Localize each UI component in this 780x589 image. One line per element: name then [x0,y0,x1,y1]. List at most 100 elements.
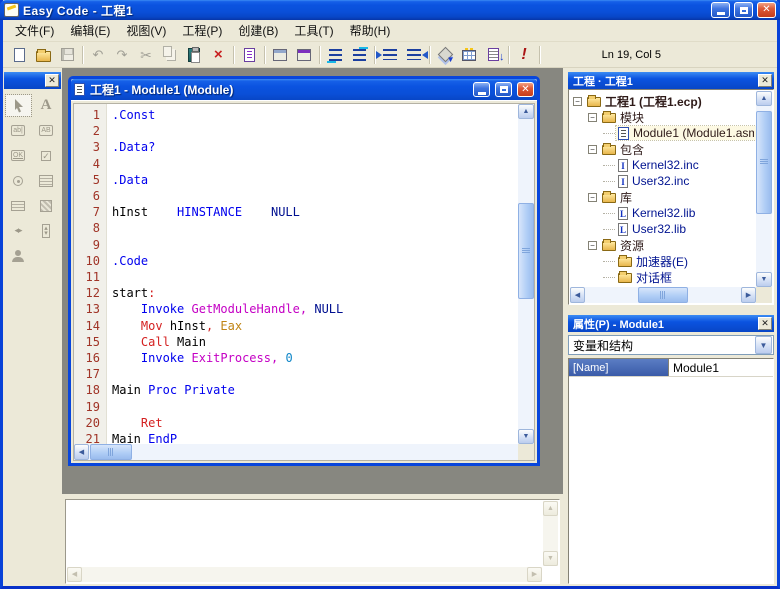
category-combobox[interactable]: 变量和结构 ▼ [568,335,774,355]
tool-textbox[interactable]: ab| [6,120,31,141]
uncomment-button[interactable] [347,44,371,66]
tool-updown[interactable]: ▴▾ [34,220,59,241]
code-line[interactable]: 19 [74,399,518,415]
code-line[interactable]: 15 Call Main [74,334,518,350]
tree-item-user32-lib[interactable]: LUser32.lib [570,221,756,237]
paste-button[interactable] [182,44,206,66]
vscroll-thumb[interactable] [518,203,534,299]
new-module-button[interactable] [237,44,261,66]
tree-item-accelerators[interactable]: 加速器(E) [570,253,756,269]
cut-button[interactable]: ✂ [134,44,158,66]
editor-minimize-button[interactable] [473,82,490,97]
properties-panel-close-icon[interactable]: ✕ [758,317,772,330]
code-line[interactable]: 12start: [74,285,518,301]
tree-horizontal-scrollbar[interactable] [570,287,756,303]
menu-file[interactable]: 文件(F) [7,20,62,41]
comment-button[interactable] [323,44,347,66]
output-scroll-right-button[interactable] [527,567,542,582]
code-line[interactable]: 8 [74,220,518,236]
code-line[interactable]: 18Main Proc Private [74,382,518,398]
code-line[interactable]: 2 [74,123,518,139]
scroll-up-button[interactable] [518,104,534,119]
tool-button[interactable]: OK [6,145,31,166]
delete-button[interactable]: × [206,44,230,66]
output-scroll-left-button[interactable] [67,567,82,582]
close-button[interactable]: ✕ [757,2,776,18]
build-all-button[interactable] [457,44,481,66]
collapse-icon[interactable] [588,193,597,202]
assemble-button[interactable] [433,44,457,66]
tree-item-kernel32-inc[interactable]: IKernel32.inc [570,157,756,173]
save-button[interactable] [55,44,79,66]
project-panel-close-icon[interactable]: ✕ [758,74,772,87]
property-key[interactable]: [Name] [569,359,669,376]
tree-vertical-scrollbar[interactable] [756,91,772,287]
toolbox-close-icon[interactable]: ✕ [45,74,59,87]
editor-maximize-button[interactable] [495,82,512,97]
code-line[interactable]: 21Main EndP [74,431,518,444]
tool-image[interactable] [34,195,59,216]
menu-project[interactable]: 工程(P) [174,20,230,41]
tree-item-group-includes[interactable]: 包含 [570,141,756,157]
editor-vertical-scrollbar[interactable] [518,104,534,444]
code-line[interactable]: 14 Mov hInst, Eax [74,318,518,334]
property-value[interactable]: Module1 [669,359,773,376]
menu-tools[interactable]: 工具(T) [286,20,341,41]
output-horizontal-scrollbar[interactable] [67,567,542,582]
tree-scroll-down-button[interactable] [756,272,772,287]
code-line[interactable]: 17 [74,366,518,382]
tree-item-kernel32-lib[interactable]: LKernel32.lib [570,205,756,221]
output-vertical-scrollbar[interactable] [543,501,558,566]
maximize-button[interactable] [734,2,753,18]
tree-scroll-up-button[interactable] [756,91,772,106]
tree-item-dialogs[interactable]: 对话框 [570,269,756,285]
code-line[interactable]: 13 Invoke GetModuleHandle, NULL [74,301,518,317]
new-button[interactable] [7,44,31,66]
editor-horizontal-scrollbar[interactable] [74,444,534,460]
tool-checkbox[interactable]: ✓ [34,145,59,166]
editor-window-titlebar[interactable]: 工程1 - Module1 (Module) ✕ [71,79,537,100]
tree-item-module1[interactable]: Module1 (Module1.asm) [570,125,756,141]
tool-static-text[interactable]: A [34,95,59,116]
menu-view[interactable]: 视图(V) [118,20,174,41]
properties-button[interactable] [292,44,316,66]
tree-scroll-left-button[interactable] [570,287,585,303]
tool-radiobutton[interactable] [6,170,31,191]
outdent-button[interactable] [402,44,426,66]
scroll-left-button[interactable] [74,444,89,460]
collapse-icon[interactable] [588,145,597,154]
tree-scroll-right-button[interactable] [741,287,756,303]
menu-edit[interactable]: 编辑(E) [62,20,118,41]
collapse-icon[interactable] [588,241,597,250]
code-line[interactable]: 7hInst HINSTANCE NULL [74,204,518,220]
new-dialog-button[interactable] [268,44,292,66]
tree-item-project-root[interactable]: 工程1 (工程1.ecp) [570,93,756,109]
code-line[interactable]: 5.Data [74,172,518,188]
combobox-dropdown-icon[interactable]: ▼ [755,336,772,354]
tool-pointer[interactable] [6,95,31,116]
undo-button[interactable]: ↶ [86,44,110,66]
copy-button[interactable] [158,44,182,66]
code-line[interactable]: 1.Const [74,107,518,123]
menu-build[interactable]: 创建(B) [230,20,286,41]
menu-help[interactable]: 帮助(H) [342,20,399,41]
output-scroll-up-button[interactable] [543,501,558,516]
scroll-down-button[interactable] [518,429,534,444]
tool-listbox[interactable] [34,170,59,191]
code-line[interactable]: 10.Code [74,253,518,269]
code-line[interactable]: 16 Invoke ExitProcess, 0 [74,350,518,366]
tool-hscrollbar[interactable]: ◂▸ [6,220,31,241]
collapse-icon[interactable] [573,97,582,106]
tree-item-user32-inc[interactable]: IUser32.inc [570,173,756,189]
open-button[interactable] [31,44,55,66]
indent-button[interactable] [378,44,402,66]
tree-vscroll-thumb[interactable] [756,111,772,214]
tree-hscroll-thumb[interactable] [638,287,688,303]
hscroll-thumb[interactable] [90,444,132,460]
tool-custom-control[interactable] [6,245,31,266]
link-button[interactable] [481,44,505,66]
output-scroll-down-button[interactable] [543,551,558,566]
tool-combobox[interactable] [6,195,31,216]
code-line[interactable]: 9 [74,237,518,253]
minimize-button[interactable] [711,2,730,18]
